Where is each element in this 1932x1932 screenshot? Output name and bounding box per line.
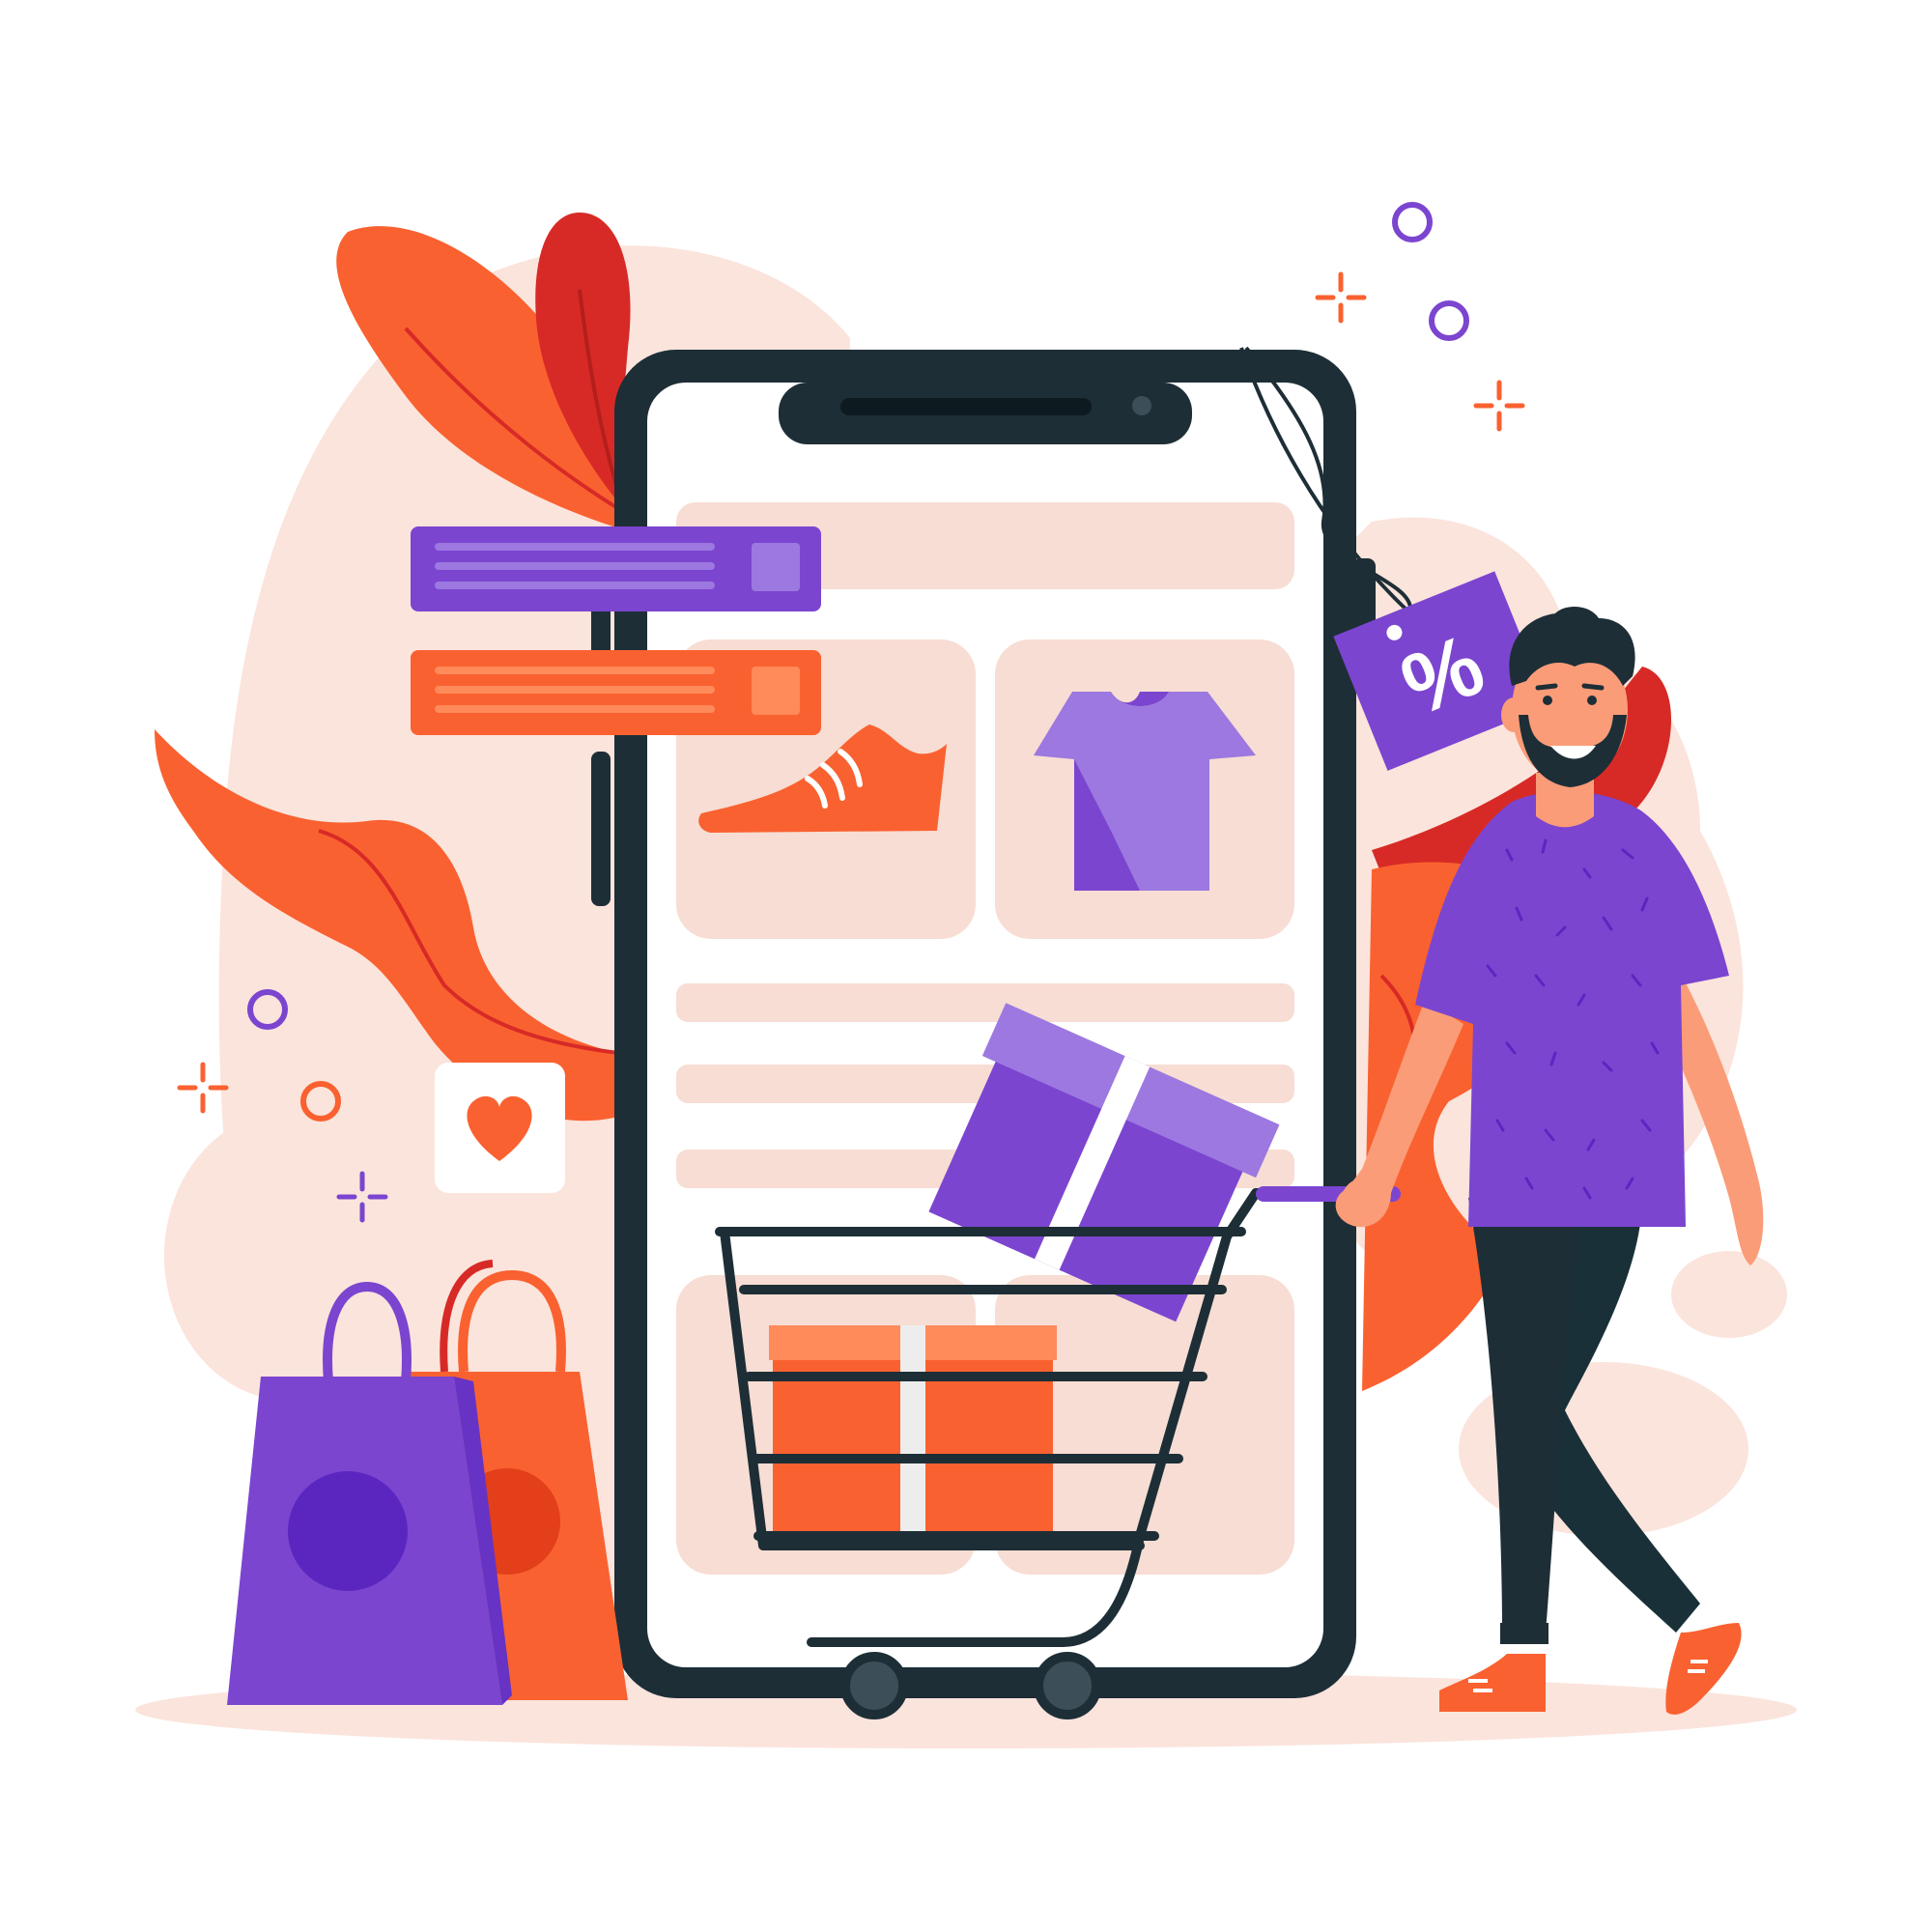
man-eye: [1587, 696, 1597, 705]
circle-decoration-icon: [1392, 202, 1433, 242]
circle-decoration-icon: [1429, 300, 1469, 341]
banner-line: [435, 543, 715, 551]
favorite-card[interactable]: [435, 1063, 565, 1193]
orange-banner[interactable]: [411, 650, 821, 735]
banner-button: [752, 543, 800, 591]
man-eye: [1543, 696, 1552, 705]
sparkle-icon: [1315, 271, 1367, 324]
purple-banner[interactable]: [411, 526, 821, 611]
phone-camera: [1132, 396, 1151, 415]
screen-text-line: [676, 983, 1294, 1022]
banner-button: [752, 667, 800, 715]
right-small-blob: [1671, 1251, 1787, 1338]
pants-cuff: [1500, 1623, 1548, 1644]
gift-box-icon: [769, 1325, 1057, 1546]
banner-line: [435, 686, 715, 694]
banner-line: [435, 582, 715, 589]
banner-line: [435, 705, 715, 713]
sparkle-icon: [1473, 380, 1525, 432]
online-shopping-illustration: %: [0, 0, 1932, 1932]
cart-wheel: [1034, 1652, 1101, 1719]
phone-speaker: [840, 398, 1092, 415]
scene-canvas: %: [135, 202, 1797, 1748]
sparkle-icon: [177, 1062, 229, 1114]
banner-line: [435, 562, 715, 570]
cart-wheel: [840, 1652, 908, 1719]
bag-dot: [288, 1471, 408, 1591]
man-hand: [1341, 1179, 1383, 1227]
left-lower-blob: [164, 1111, 415, 1401]
banner-line: [435, 667, 715, 674]
phone-side-button-2: [591, 752, 611, 906]
